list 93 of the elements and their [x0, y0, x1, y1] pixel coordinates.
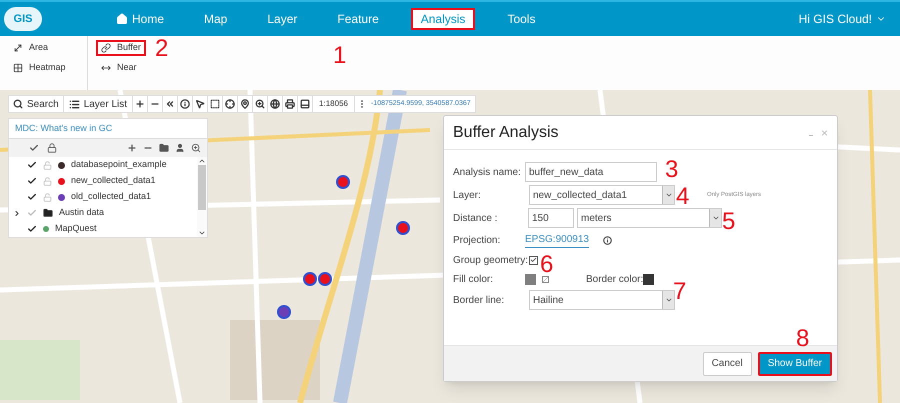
layer-name: old_collected_data1	[71, 190, 152, 204]
map-marker[interactable]	[318, 272, 332, 286]
search-icon	[13, 99, 23, 109]
folder-icon	[43, 208, 53, 218]
toolbar-button[interactable]	[223, 96, 238, 112]
unit-select[interactable]: meters	[577, 208, 722, 228]
annotation-number: 8	[796, 327, 810, 351]
toolbar-button[interactable]	[208, 96, 224, 112]
annotation-number: 4	[676, 185, 690, 209]
diagonal-arrow-icon	[13, 43, 23, 53]
info-icon	[180, 99, 190, 109]
add-icon	[127, 143, 137, 153]
select-field[interactable]: new_collected_data1	[529, 185, 675, 205]
layer-row[interactable]: databasepoint_example	[9, 157, 197, 173]
field-label: Projection:	[453, 234, 502, 248]
field-label: Analysis name:	[453, 166, 522, 180]
scroll-up-icon	[198, 157, 206, 165]
checkbox[interactable]	[529, 256, 538, 264]
info-icon	[602, 236, 612, 244]
ribbon-item[interactable]: Area	[8, 40, 79, 56]
panel-icon	[300, 99, 310, 109]
unlock-icon	[43, 176, 52, 186]
home-icon	[116, 13, 128, 25]
layer-name: MapQuest	[55, 222, 97, 236]
ribbon-item[interactable]: Near	[96, 60, 146, 76]
annotation-number: 2	[155, 37, 168, 61]
layer-name: new_collected_data1	[71, 174, 156, 188]
link-icon	[101, 43, 111, 53]
field-label: Border color:	[586, 272, 644, 286]
layer-list-button[interactable]: Layer List	[64, 96, 134, 112]
folder-icon	[159, 143, 169, 153]
list-icon	[68, 98, 80, 110]
printer-icon	[285, 99, 296, 109]
layer-row[interactable]: Austin data	[9, 205, 197, 221]
zoom-icon	[191, 143, 201, 153]
toolbar-button[interactable]	[268, 96, 284, 112]
check-all-icon	[29, 143, 39, 153]
pin-icon	[240, 99, 250, 109]
annotation-number: 7	[673, 280, 686, 304]
toolbar-button[interactable]	[238, 96, 254, 112]
annotation-number: 3	[665, 158, 678, 182]
toolbar-button[interactable]	[283, 96, 298, 112]
projection-link[interactable]: EPSG:900913	[525, 232, 589, 248]
grid-icon	[13, 63, 23, 73]
field-label: Border line:	[453, 294, 506, 308]
map-scale: 1:18056	[313, 96, 355, 112]
map-marker[interactable]	[303, 272, 317, 286]
layer-name: Austin data	[59, 206, 104, 220]
toolbar-button[interactable]	[178, 96, 194, 112]
pointer-icon	[195, 99, 206, 109]
user-icon	[175, 143, 185, 153]
field-label: Group geometry:	[453, 254, 528, 268]
field-label: Fill color:	[453, 272, 494, 286]
double-chevron-icon	[165, 99, 176, 109]
dashed-box-icon	[210, 99, 220, 109]
unlock-icon	[43, 192, 52, 202]
crosshair-icon	[225, 99, 236, 109]
plus-icon	[135, 99, 146, 109]
lock-icon	[47, 143, 57, 153]
color-swatch[interactable]	[525, 274, 536, 284]
toolbar-button[interactable]	[193, 96, 208, 112]
horizontal-arrow-icon	[101, 63, 111, 73]
search-button[interactable]: Search	[9, 96, 64, 112]
annotation-number: 5	[722, 210, 736, 234]
annotation-number: 1	[333, 44, 346, 68]
zoom-icon	[255, 99, 266, 109]
scrollbar[interactable]	[197, 157, 207, 237]
text-field[interactable]: buffer_new_data	[525, 162, 657, 182]
select-field[interactable]: Hailine	[529, 290, 675, 310]
caret-icon	[664, 296, 672, 304]
map-marker[interactable]	[336, 175, 350, 189]
unlock-icon	[43, 160, 52, 170]
layer-row[interactable]: MapQuest	[9, 221, 197, 237]
transparent-toggle-icon[interactable]	[542, 276, 549, 282]
map-marker[interactable]	[277, 305, 291, 319]
ribbon-item[interactable]: Buffer	[96, 40, 146, 56]
annotation-number: 6	[540, 253, 554, 277]
layer-name: databasepoint_example	[71, 158, 167, 172]
field-label: Layer:	[453, 188, 482, 202]
caret-icon	[664, 191, 672, 199]
toolbar-button[interactable]	[253, 96, 268, 112]
caret-icon	[712, 214, 720, 222]
dialog-title: Buffer Analysis	[453, 122, 559, 142]
toolbar-button[interactable]	[298, 96, 314, 112]
layer-row[interactable]: new_collected_data1	[9, 173, 197, 189]
field-label: Distance :	[453, 212, 498, 226]
cancel-button[interactable]: Cancel	[702, 352, 752, 376]
distance-field[interactable]: 150	[528, 208, 574, 228]
color-swatch[interactable]	[643, 274, 654, 284]
scroll-down-icon	[198, 229, 206, 237]
map-marker[interactable]	[396, 221, 410, 235]
layer-row[interactable]: old_collected_data1	[9, 189, 197, 205]
ribbon-item[interactable]: Heatmap	[8, 60, 79, 76]
